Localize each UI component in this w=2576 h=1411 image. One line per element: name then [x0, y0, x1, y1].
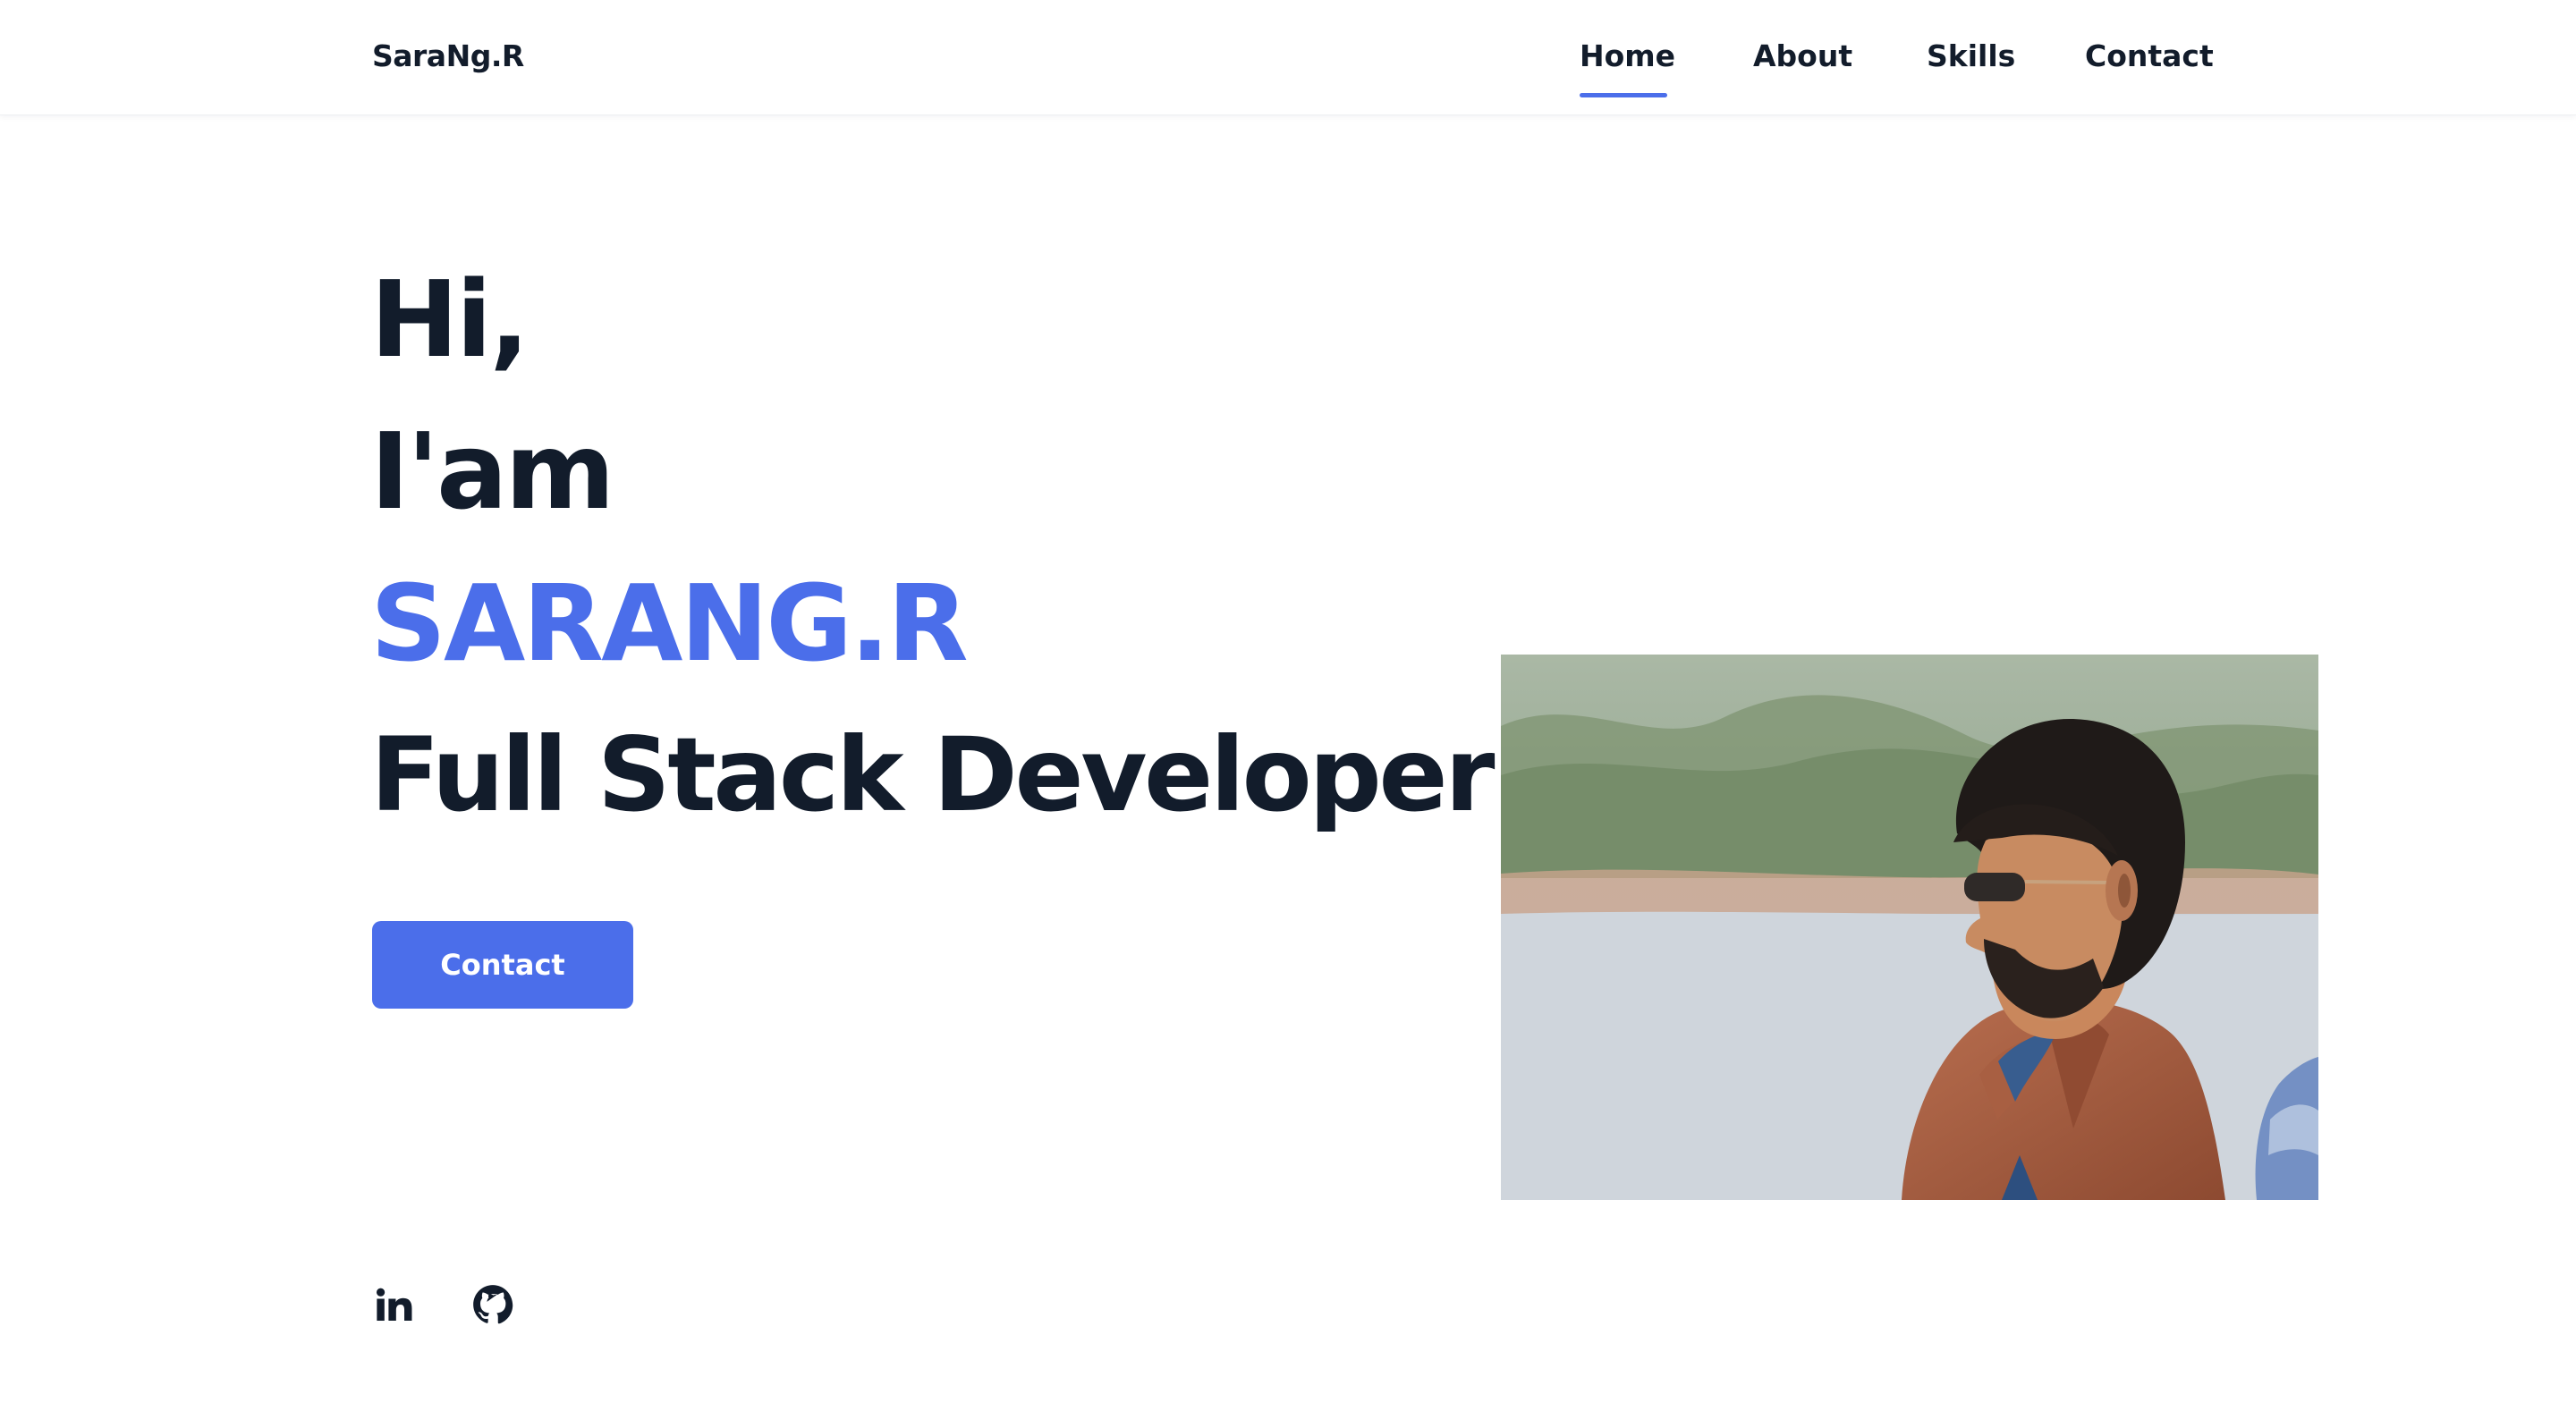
nav-skills[interactable]: Skills	[1927, 36, 2015, 100]
hero-intro: I'am	[370, 410, 615, 533]
nav-active-indicator	[1580, 93, 1667, 97]
profile-photo	[1501, 655, 2318, 1200]
contact-button[interactable]: Contact	[372, 921, 633, 1009]
site-header: SaraNg.R Home About Skills Contact	[0, 0, 2576, 115]
logo[interactable]: SaraNg.R	[372, 36, 524, 77]
nav-home[interactable]: Home	[1580, 36, 1675, 100]
nav-contact[interactable]: Contact	[2085, 36, 2214, 100]
hero-name: SARANG.R	[370, 562, 969, 685]
hero-role: Full Stack Developer	[370, 715, 1495, 834]
nav-about[interactable]: About	[1753, 36, 1852, 100]
hero-greeting: Hi,	[370, 258, 530, 381]
linkedin-icon[interactable]	[372, 1284, 413, 1325]
github-icon[interactable]	[472, 1284, 513, 1325]
